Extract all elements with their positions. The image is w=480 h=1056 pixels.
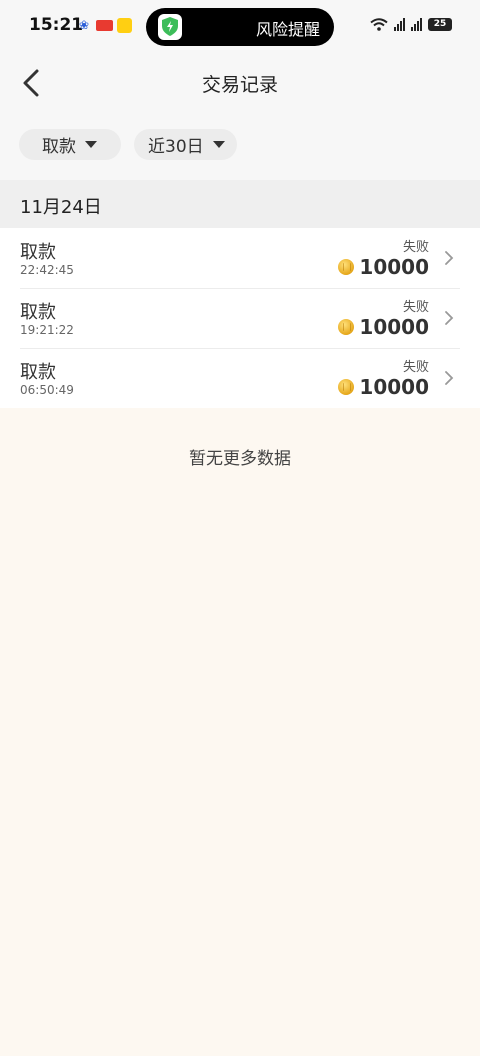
coin-icon bbox=[338, 379, 355, 395]
transaction-amount: 10000 bbox=[359, 375, 429, 399]
filter-bar: 取款 近30日 bbox=[0, 114, 480, 180]
transaction-status: 失败 bbox=[402, 240, 429, 255]
type-filter-dropdown[interactable]: 取款 bbox=[19, 129, 121, 160]
signal-icon bbox=[394, 18, 405, 31]
date-group-header: 11月24日 bbox=[0, 180, 480, 228]
transaction-amount-wrap: 10000 bbox=[338, 315, 429, 339]
page-title: 交易记录 bbox=[201, 74, 278, 96]
risk-alert-pill[interactable]: 风险提醒 bbox=[146, 8, 334, 46]
page-header: 交易记录 bbox=[0, 54, 480, 114]
transaction-amount-wrap: 10000 bbox=[338, 375, 429, 399]
date-range-dropdown[interactable]: 近30日 bbox=[134, 129, 237, 160]
transaction-status: 失败 bbox=[402, 300, 429, 315]
transaction-amount-wrap: 10000 bbox=[338, 255, 429, 279]
caret-down-icon bbox=[85, 141, 97, 148]
status-app-icons: ❀ bbox=[79, 18, 132, 33]
transaction-amount: 10000 bbox=[359, 315, 429, 339]
battery-icon: 25 bbox=[428, 18, 452, 31]
transaction-row[interactable]: 取款 22:42:45 失败 10000 bbox=[0, 228, 480, 288]
transaction-amount: 10000 bbox=[359, 255, 429, 279]
coin-icon bbox=[338, 319, 355, 335]
coin-icon bbox=[338, 259, 355, 275]
chevron-right-icon bbox=[445, 371, 454, 385]
wifi-icon bbox=[370, 18, 388, 31]
chevron-right-icon bbox=[445, 251, 454, 265]
transaction-time: 06:50:49 bbox=[20, 383, 74, 397]
signal-icon-2 bbox=[411, 18, 422, 31]
baidu-icon: ❀ bbox=[79, 18, 90, 32]
date-range-label: 近30日 bbox=[148, 137, 204, 157]
status-indicators: 25 bbox=[370, 18, 452, 31]
transaction-time: 22:42:45 bbox=[20, 263, 74, 277]
type-filter-label: 取款 bbox=[42, 137, 76, 157]
shield-icon bbox=[158, 14, 182, 40]
transaction-type: 取款 bbox=[20, 242, 56, 263]
transaction-time: 19:21:22 bbox=[20, 323, 74, 337]
transaction-type: 取款 bbox=[20, 302, 56, 323]
status-bar: 15:21 ❀ 风险提醒 25 bbox=[0, 0, 480, 54]
no-more-data-text: 暂无更多数据 bbox=[189, 449, 291, 469]
transaction-row[interactable]: 取款 19:21:22 失败 10000 bbox=[0, 288, 480, 348]
meituan-icon bbox=[117, 18, 132, 33]
status-time: 15:21 bbox=[29, 15, 84, 35]
transaction-list: 取款 22:42:45 失败 10000 取款 19:21:22 失败 1000… bbox=[0, 228, 480, 408]
risk-alert-text: 风险提醒 bbox=[255, 20, 320, 39]
caret-down-icon bbox=[212, 141, 225, 148]
chevron-right-icon bbox=[445, 311, 454, 325]
transaction-type: 取款 bbox=[20, 362, 56, 383]
transaction-status: 失败 bbox=[402, 360, 429, 375]
toutiao-icon bbox=[96, 20, 113, 31]
date-group-label: 11月24日 bbox=[20, 197, 102, 218]
transaction-row[interactable]: 取款 06:50:49 失败 10000 bbox=[0, 348, 480, 408]
